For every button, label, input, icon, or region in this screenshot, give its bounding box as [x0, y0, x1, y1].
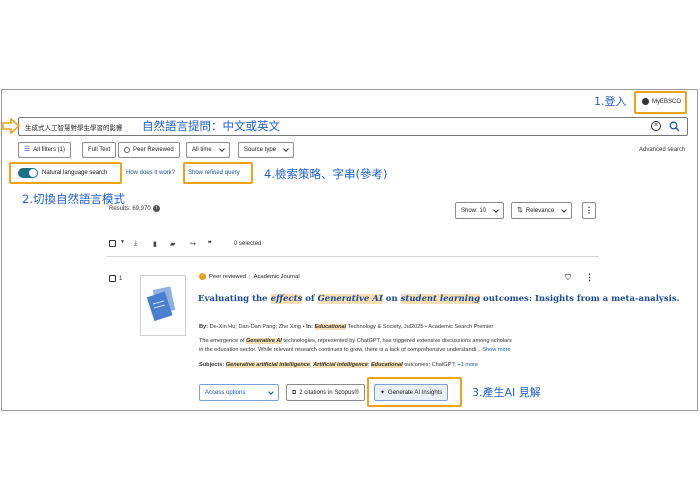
strategy-annotation: 4.檢索策略、字串(參考)	[264, 167, 388, 181]
peer-reviewed-badge: ✓ Peer reviewed | Academic Journal	[199, 273, 300, 280]
chevron-down-icon	[218, 146, 225, 152]
bookmark-record-icon[interactable]: ⛉	[565, 273, 571, 283]
check-badge-icon: ✓	[199, 273, 206, 280]
download-icon[interactable]: ⤓	[134, 240, 137, 248]
citations-button[interactable]: ⧉ 2 citations in Scopus®	[286, 384, 365, 401]
show-refined-query-link[interactable]: Show refined query	[188, 170, 240, 176]
generate-ai-insights-button[interactable]: ✦ Generate AI Insights	[374, 384, 449, 401]
ai-annotation: 3.產生AI 見解	[472, 386, 541, 399]
kebab-icon: ⋮	[585, 205, 593, 215]
share-icon[interactable]: ↪	[190, 240, 196, 248]
record-index: 1	[119, 276, 123, 282]
bookmark-icon[interactable]: ▮	[153, 240, 157, 248]
show-count-dropdown[interactable]: Show: 10	[455, 202, 505, 219]
external-link-icon: ⧉	[292, 389, 297, 396]
filter-icon: ☰	[24, 146, 31, 153]
chevron-down-icon	[268, 388, 274, 395]
arrow-pointer-icon	[2, 118, 20, 134]
results-count: Results: 69,970	[109, 206, 151, 212]
myebsco-label: MyEBSCO	[652, 98, 682, 105]
ebsco-results-frame: 1.登入 MyEBSCO 生成式人工智慧對學生學習的影響 × 自然語言提問：中文…	[1, 89, 698, 411]
login-annotation: 1.登入	[594, 95, 627, 108]
more-subjects-link[interactable]: +1 more	[457, 362, 478, 368]
document-icon	[146, 286, 176, 322]
search-annotation: 自然語言提問：中文或英文	[142, 119, 280, 133]
record-kebab-icon[interactable]: ⋮	[585, 272, 594, 283]
record-abstract-line-2: in the education sector. While relevant …	[199, 347, 511, 353]
natural-language-toggle[interactable]	[18, 168, 38, 178]
cite-icon[interactable]: ❞	[208, 240, 212, 248]
caret-down-icon[interactable]: ▼	[120, 239, 125, 245]
more-options-button[interactable]: ⋮	[582, 202, 596, 219]
all-filters-button[interactable]: ☰ All filters (1)	[18, 142, 71, 158]
folder-icon[interactable]: ▰	[170, 240, 175, 248]
sparkle-icon: ✦	[380, 389, 386, 396]
document-thumbnail[interactable]	[140, 275, 186, 336]
toggle-annotation: 2.切換自然語言模式	[22, 192, 125, 206]
toolbar-divider	[107, 256, 599, 257]
record-title[interactable]: Evaluating the effects of Generative AI …	[198, 293, 680, 305]
how-does-it-work-link[interactable]: How does it work?	[126, 170, 175, 176]
record-byline: By: De-Xin Hu; Dan-Dan Pang; Zhe Xing • …	[199, 324, 494, 330]
access-options-dropdown[interactable]: Access options	[199, 384, 279, 401]
select-all-checkbox[interactable]	[109, 240, 116, 247]
record-abstract-line-1: The emergence of Generative AI technolog…	[199, 338, 512, 344]
search-query-text: 生成式人工智慧對學生學習的影響	[25, 125, 123, 132]
record-subjects: Subjects: Generative artificial intellig…	[199, 362, 479, 368]
show-more-link[interactable]: Show more	[482, 347, 510, 353]
chevron-down-icon	[283, 146, 289, 152]
info-icon[interactable]: i	[153, 205, 160, 212]
advanced-search-link[interactable]: Advanced search	[639, 147, 685, 153]
record-checkbox[interactable]	[109, 275, 116, 282]
selected-count: 0 selected	[234, 241, 262, 247]
chevron-down-icon	[561, 206, 568, 213]
peer-reviewed-circle-icon	[124, 147, 130, 153]
chevron-down-icon	[493, 206, 499, 213]
all-time-dropdown[interactable]: All time	[186, 142, 230, 158]
search-input[interactable]: 生成式人工智慧對學生學習的影響 ×	[18, 117, 688, 136]
sort-dropdown[interactable]: ⇅ Relevance	[511, 202, 573, 219]
myebsco-button[interactable]: MyEBSCO	[642, 98, 681, 105]
full-text-button[interactable]: Full Text	[82, 142, 117, 158]
natural-language-label: Natural language search	[42, 170, 108, 176]
user-icon	[642, 98, 649, 105]
source-type-dropdown[interactable]: Source type	[238, 142, 295, 158]
peer-reviewed-button[interactable]: Peer Reviewed	[118, 142, 180, 158]
clear-icon[interactable]: ×	[651, 121, 661, 131]
sort-icon: ⇅	[517, 206, 523, 214]
search-icon[interactable]	[669, 121, 680, 132]
